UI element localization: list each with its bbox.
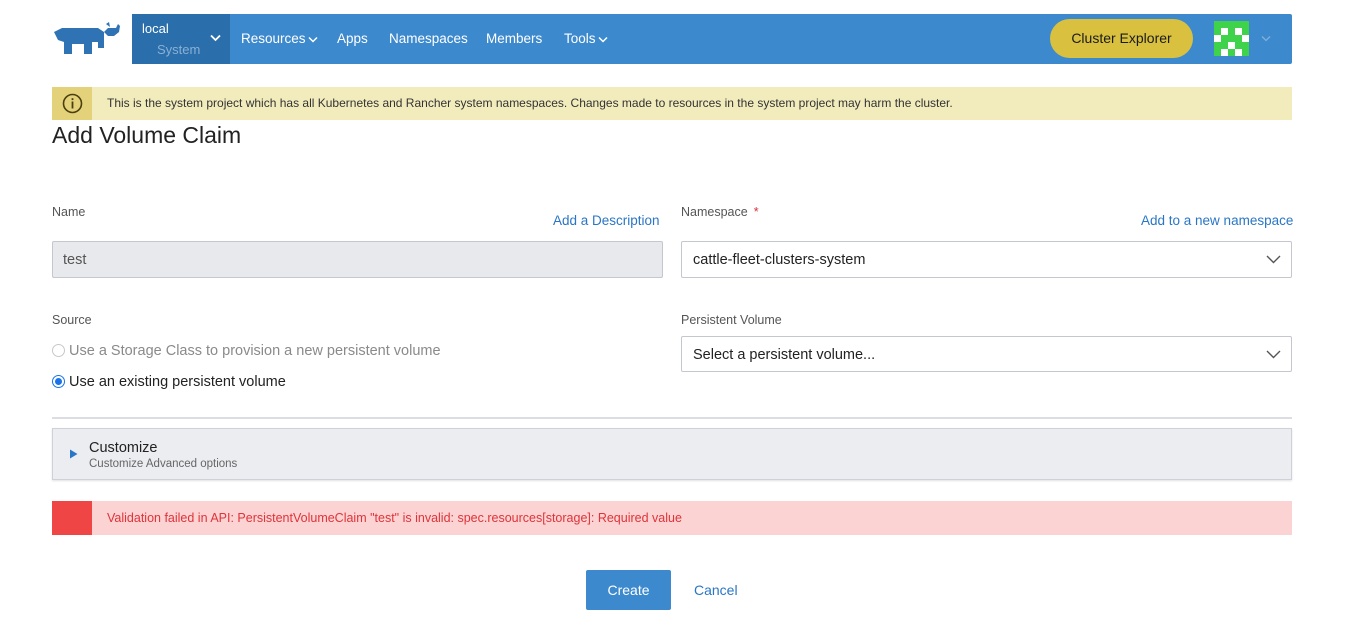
name-input[interactable] [52, 241, 663, 278]
divider [52, 417, 1292, 419]
validation-error-banner: Validation failed in API: PersistentVolu… [52, 501, 1292, 535]
add-description-link[interactable]: Add a Description [553, 213, 660, 228]
page-title: Add Volume Claim [52, 122, 242, 148]
required-marker: * [753, 205, 759, 219]
radio-button-selected[interactable] [52, 375, 65, 388]
cluster-name: local [142, 21, 169, 36]
chevron-down-icon [597, 36, 608, 43]
caret-right-icon [70, 449, 78, 459]
info-icon [62, 93, 83, 114]
cancel-link[interactable]: Cancel [694, 582, 738, 598]
top-nav: local System Resources Apps Namespaces M… [132, 14, 1292, 64]
name-label: Name [52, 205, 86, 219]
error-text: Validation failed in API: PersistentVolu… [107, 511, 682, 525]
chevron-down-icon [1266, 255, 1281, 264]
cluster-explorer-button[interactable]: Cluster Explorer [1050, 19, 1193, 58]
chevron-down-icon[interactable] [1261, 35, 1271, 42]
error-accent-bar [52, 501, 92, 535]
nav-apps[interactable]: Apps [337, 31, 368, 46]
namespace-value: cattle-fleet-clusters-system [693, 252, 866, 268]
create-button[interactable]: Create [586, 570, 671, 610]
namespace-select[interactable]: cattle-fleet-clusters-system [681, 241, 1292, 278]
customize-title: Customize [89, 440, 158, 456]
banner-text: This is the system project which has all… [107, 96, 953, 110]
system-project-warning-banner: This is the system project which has all… [52, 87, 1292, 120]
source-label: Source [52, 313, 92, 327]
nav-namespaces[interactable]: Namespaces [389, 31, 468, 46]
banner-icon-box [52, 87, 92, 120]
customize-subtitle: Customize Advanced options [89, 458, 238, 470]
chevron-down-icon [210, 34, 221, 42]
nav-members[interactable]: Members [486, 31, 542, 46]
cluster-project-switcher[interactable]: local System [132, 14, 230, 64]
persistent-volume-select[interactable]: Select a persistent volume... [681, 336, 1292, 372]
chevron-down-icon [308, 36, 318, 43]
nav-resources[interactable]: Resources [241, 31, 318, 46]
namespace-label: Namespace * [681, 205, 759, 219]
add-new-namespace-link[interactable]: Add to a new namespace [1141, 213, 1293, 228]
radio-storage-class[interactable]: Use a Storage Class to provision a new p… [52, 343, 441, 359]
persistent-volume-placeholder: Select a persistent volume... [693, 347, 876, 363]
radio-existing-volume[interactable]: Use an existing persistent volume [52, 374, 286, 390]
rancher-logo[interactable] [52, 22, 120, 56]
customize-accordion[interactable]: Customize Customize Advanced options [52, 428, 1292, 480]
chevron-down-icon [1266, 350, 1281, 359]
persistent-volume-label: Persistent Volume [681, 313, 782, 327]
radio-button[interactable] [52, 344, 65, 357]
project-name: System [157, 42, 201, 57]
avatar[interactable] [1214, 21, 1249, 56]
nav-tools[interactable]: Tools [564, 31, 608, 46]
